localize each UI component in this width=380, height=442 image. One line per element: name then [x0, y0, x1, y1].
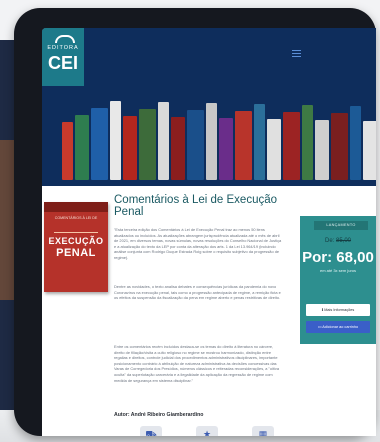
- book-spine: [219, 118, 233, 180]
- book-spine: [206, 103, 217, 180]
- cover-divider: [54, 232, 98, 233]
- old-price-value: 85,00: [336, 238, 352, 244]
- book-spine: [171, 117, 185, 180]
- book-spine: [302, 105, 313, 180]
- more-info-button[interactable]: ℹ Mais Informações: [306, 304, 370, 316]
- book-spine: [235, 111, 252, 180]
- add-to-cart-label: Adicionar ao carrinho: [322, 325, 359, 329]
- old-price: De: 85,00: [300, 238, 376, 244]
- description-paragraph-3: Entre os comentários recém incluídos des…: [114, 344, 280, 383]
- book-spine: [187, 110, 204, 180]
- site-header: EDITORA CEI: [42, 28, 376, 186]
- book-spine: [158, 102, 169, 180]
- more-info-label: Mais Informações: [324, 308, 355, 312]
- hamburger-menu-icon[interactable]: [292, 50, 301, 57]
- book-spine: [91, 108, 108, 180]
- logo-arc-icon: [55, 35, 75, 43]
- book-spine: [75, 115, 89, 180]
- cover-title-line1: EXECUÇÃO: [48, 236, 104, 246]
- launch-badge: LANÇAMENTO: [314, 221, 368, 230]
- current-price: Por: 68,00: [302, 249, 374, 266]
- book-spine: [139, 109, 156, 180]
- logo[interactable]: EDITORA CEI: [42, 28, 84, 86]
- truck-icon[interactable]: ⛟: [140, 426, 162, 436]
- description-paragraph-1: "Esta terceira edição dos Comentários à …: [114, 227, 282, 260]
- book-spine: [331, 113, 348, 180]
- book-spine: [110, 101, 121, 180]
- tablet-screen: EDITORA CEI COMENTÁRIOS À LEI DE EXECUÇÃ…: [42, 28, 376, 436]
- book-spine: [283, 112, 300, 180]
- book-spine: [123, 116, 137, 180]
- cover-top-band: [44, 202, 108, 212]
- description-paragraph-2: Dentre as novidades, o texto analisa deb…: [114, 284, 281, 301]
- add-to-cart-button[interactable]: ▭ Adicionar ao carrinho: [306, 321, 370, 333]
- feature-icons-row: ⛟ ★ ▦: [128, 426, 288, 436]
- logo-brand-label: EDITORA: [47, 45, 79, 51]
- old-price-prefix: De:: [324, 238, 336, 244]
- calendar-icon[interactable]: ▦: [252, 426, 274, 436]
- book-cover[interactable]: COMENTÁRIOS À LEI DE EXECUÇÃO PENAL: [44, 202, 108, 292]
- book-collection-banner: [62, 92, 376, 180]
- product-section: COMENTÁRIOS À LEI DE EXECUÇÃO PENAL Come…: [42, 186, 376, 436]
- book-spine: [254, 104, 265, 180]
- price-panel: LANÇAMENTO De: 85,00 Por: 68,00 em até 3…: [300, 216, 376, 344]
- book-spine: [363, 121, 376, 180]
- book-spine: [350, 106, 361, 180]
- product-title: Comentários à Lei de Execução Penal: [114, 194, 278, 218]
- cover-title-line2: PENAL: [56, 247, 96, 259]
- book-author: Autor: André Ribeiro Giamberardino: [114, 412, 204, 418]
- book-spine: [315, 120, 329, 180]
- star-icon[interactable]: ★: [196, 426, 218, 436]
- tablet-frame: EDITORA CEI COMENTÁRIOS À LEI DE EXECUÇÃ…: [14, 8, 376, 436]
- cover-series-text: COMENTÁRIOS À LEI DE: [54, 216, 98, 220]
- book-spine: [62, 122, 73, 180]
- book-spine: [267, 119, 281, 180]
- installments-text: em até 3x sem juros: [319, 268, 356, 273]
- logo-brand-name: CEI: [47, 53, 78, 73]
